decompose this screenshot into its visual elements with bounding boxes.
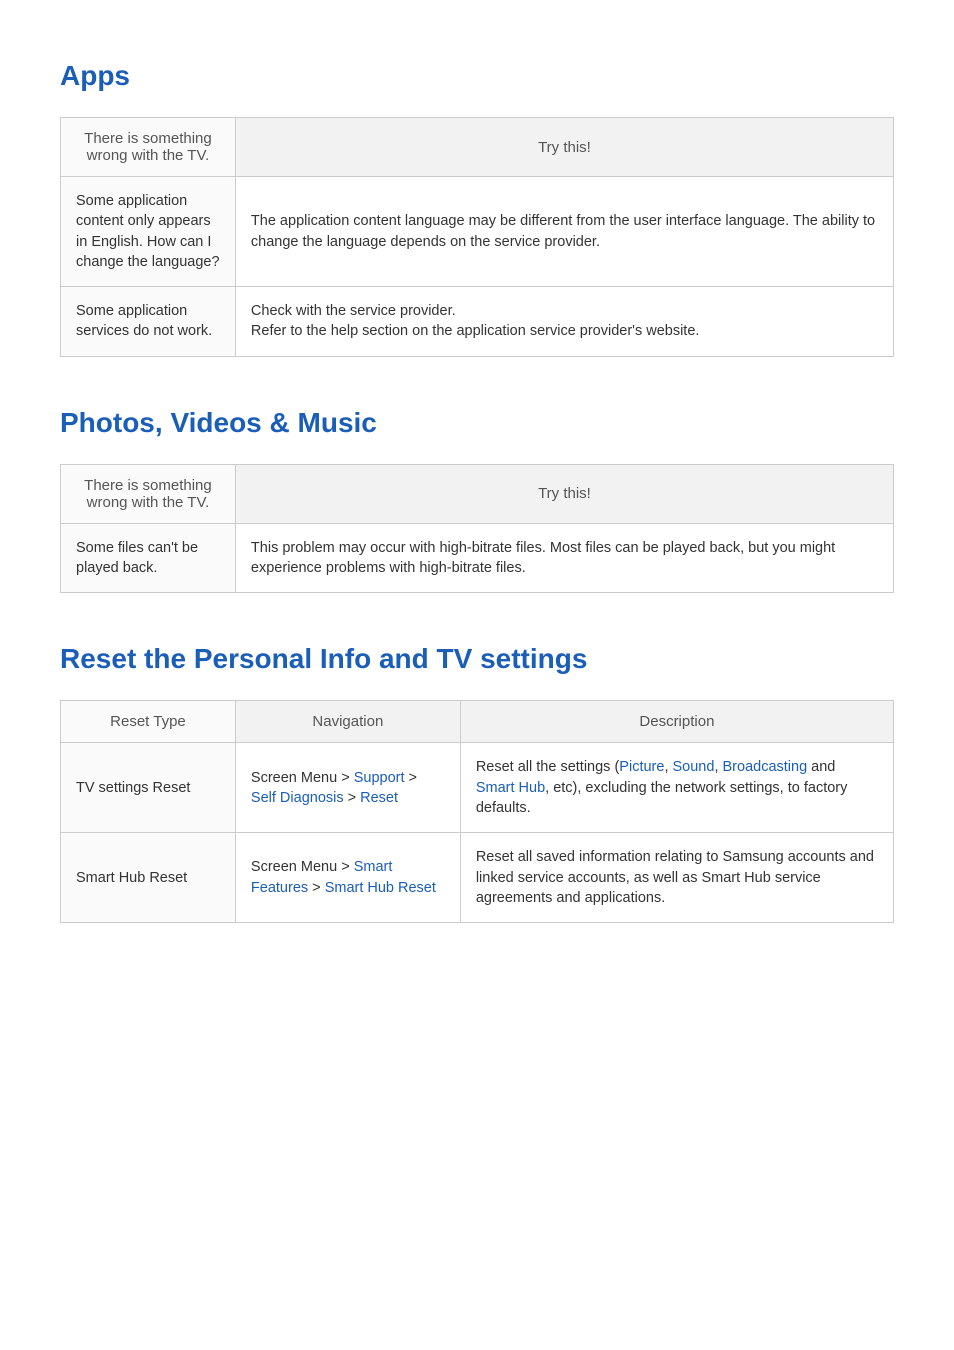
description-cell: Reset all the settings (Picture, Sound, …	[460, 743, 893, 833]
nav-link-reset: Reset	[360, 790, 398, 806]
desc-text: Reset all the settings (	[476, 759, 619, 775]
table-header-row: There is something wrong with the TV. Tr…	[61, 118, 894, 177]
table-row: TV settings Reset Screen Menu > Support …	[61, 743, 894, 833]
desc-link-picture: Picture	[619, 759, 664, 775]
header-problem: There is something wrong with the TV.	[61, 464, 236, 523]
solution-cell: The application content language may be …	[235, 177, 893, 287]
media-title: Photos, Videos & Music	[60, 407, 894, 439]
nav-separator: >	[344, 790, 361, 806]
nav-text: Screen Menu	[251, 859, 337, 875]
header-solution: Try this!	[235, 464, 893, 523]
problem-cell: Some application content only appears in…	[61, 177, 236, 287]
reset-type-cell: TV settings Reset	[61, 743, 236, 833]
apps-section: Apps There is something wrong with the T…	[60, 60, 894, 357]
header-navigation: Navigation	[235, 701, 460, 743]
desc-text: ,	[714, 759, 722, 775]
problem-cell: Some files can't be played back.	[61, 523, 236, 593]
navigation-cell: Screen Menu > Support > Self Diagnosis >…	[235, 743, 460, 833]
reset-section: Reset the Personal Info and TV settings …	[60, 643, 894, 923]
nav-separator: >	[337, 859, 354, 875]
nav-link-self-diagnosis: Self Diagnosis	[251, 790, 344, 806]
solution-cell: Check with the service provider. Refer t…	[235, 287, 893, 357]
header-description: Description	[460, 701, 893, 743]
nav-link-smart-hub-reset: Smart Hub Reset	[325, 880, 436, 896]
table-row: Some files can't be played back. This pr…	[61, 523, 894, 593]
nav-separator: >	[405, 770, 418, 786]
nav-separator: >	[337, 770, 354, 786]
header-reset-type: Reset Type	[61, 701, 236, 743]
header-solution: Try this!	[235, 118, 893, 177]
solution-cell: This problem may occur with high-bitrate…	[235, 523, 893, 593]
table-header-row: There is something wrong with the TV. Tr…	[61, 464, 894, 523]
desc-link-sound: Sound	[673, 759, 715, 775]
apps-table: There is something wrong with the TV. Tr…	[60, 117, 894, 357]
desc-link-broadcasting: Broadcasting	[723, 759, 808, 775]
reset-type-cell: Smart Hub Reset	[61, 833, 236, 923]
table-header-row: Reset Type Navigation Description	[61, 701, 894, 743]
problem-cell: Some application services do not work.	[61, 287, 236, 357]
header-problem: There is something wrong with the TV.	[61, 118, 236, 177]
apps-title: Apps	[60, 60, 894, 92]
desc-text: ,	[664, 759, 672, 775]
media-section: Photos, Videos & Music There is somethin…	[60, 407, 894, 594]
nav-link-support: Support	[354, 770, 405, 786]
reset-title: Reset the Personal Info and TV settings	[60, 643, 894, 675]
media-table: There is something wrong with the TV. Tr…	[60, 464, 894, 594]
description-cell: Reset all saved information relating to …	[460, 833, 893, 923]
navigation-cell: Screen Menu > Smart Features > Smart Hub…	[235, 833, 460, 923]
table-row: Smart Hub Reset Screen Menu > Smart Feat…	[61, 833, 894, 923]
desc-link-smart-hub: Smart Hub	[476, 780, 545, 796]
desc-text: and	[807, 759, 835, 775]
nav-text: Screen Menu	[251, 770, 337, 786]
reset-table: Reset Type Navigation Description TV set…	[60, 700, 894, 923]
table-row: Some application services do not work. C…	[61, 287, 894, 357]
table-row: Some application content only appears in…	[61, 177, 894, 287]
nav-separator: >	[308, 880, 325, 896]
